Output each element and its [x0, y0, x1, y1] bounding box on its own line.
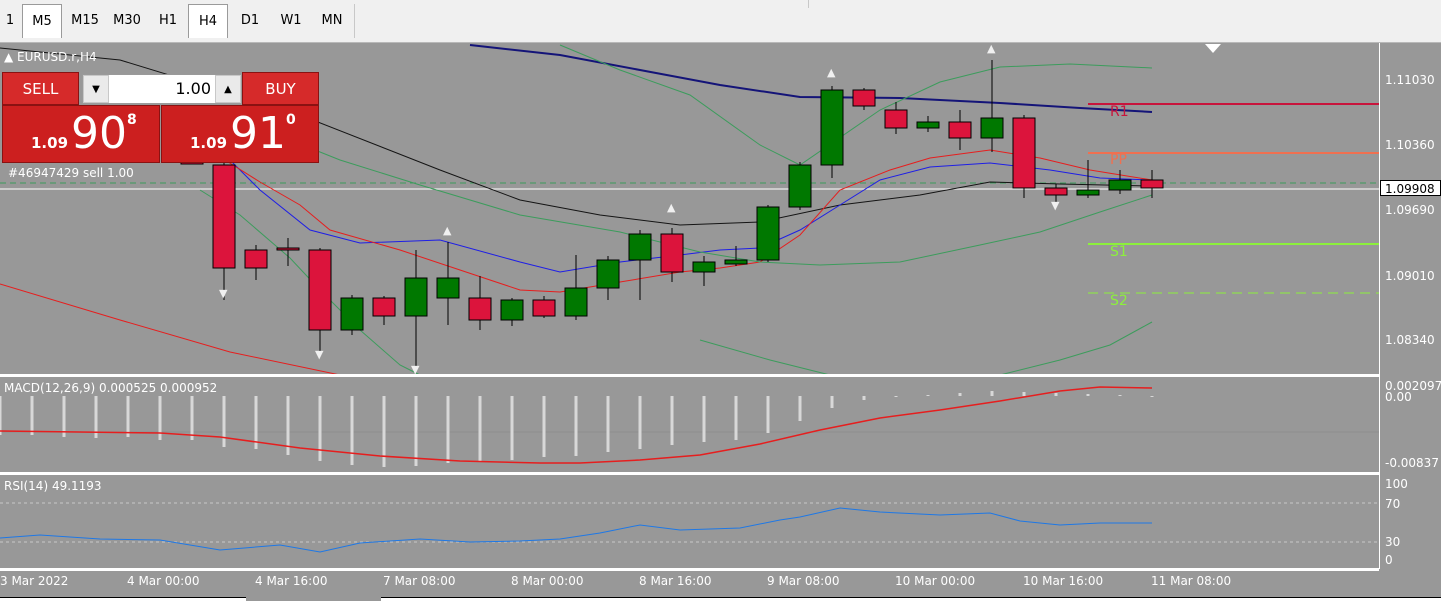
- pivot-s1-label: S1: [1110, 244, 1128, 260]
- candle-body: [1044, 187, 1068, 196]
- buy-price-prefix: 1.09: [190, 134, 228, 152]
- pane-separator[interactable]: [0, 568, 1379, 571]
- fractal-up-icon: ▲: [827, 66, 836, 79]
- pane-separator[interactable]: [0, 374, 1379, 377]
- chart-tab[interactable]: [381, 597, 1441, 602]
- macd-axis-label: 0.00: [1385, 390, 1412, 404]
- candle-body: [372, 297, 396, 317]
- lot-size-input[interactable]: 1.00: [111, 75, 211, 103]
- candle-body: [660, 233, 684, 273]
- sell-button[interactable]: SELL: [2, 72, 79, 105]
- chart-shift-icon[interactable]: [1205, 44, 1221, 53]
- pivot-pp-label: PP: [1110, 152, 1127, 168]
- lot-increase-icon[interactable]: ▲: [215, 75, 241, 103]
- buy-price-button[interactable]: 1.09 91 0: [161, 105, 319, 163]
- one-click-trading-panel: SELL ▼ 1.00 ▲ BUY 1.09 90 8 1.09 91 0: [2, 72, 319, 164]
- ma-navy-line: [469, 44, 1153, 113]
- sell-price-big: 90: [71, 108, 127, 159]
- time-axis-label: 9 Mar 08:00: [767, 574, 840, 588]
- sell-price-prefix: 1.09: [31, 134, 69, 152]
- candle-body: [468, 297, 492, 321]
- rsi-axis-label: 0: [1385, 553, 1393, 567]
- rsi-axis-label: 100: [1385, 477, 1408, 491]
- time-axis-label: 11 Mar 08:00: [1151, 574, 1232, 588]
- price-axis-label: 1.09010: [1385, 269, 1435, 283]
- candle-body: [1140, 179, 1164, 189]
- candle-body: [724, 259, 748, 265]
- candle-body: [404, 277, 428, 317]
- time-axis-label: 3 Mar 2022: [0, 574, 69, 588]
- candle-body: [820, 89, 844, 166]
- candle-body: [308, 249, 332, 331]
- candle-body: [1012, 117, 1036, 189]
- candle-body: [532, 299, 556, 317]
- candle-body: [1108, 179, 1132, 191]
- candle-body: [692, 261, 716, 273]
- fractal-up-icon: ▲: [987, 42, 996, 55]
- rsi-label: RSI(14) 49.1193: [4, 479, 102, 493]
- candle-body: [500, 299, 524, 321]
- current-price-box: 1.09908: [1380, 180, 1441, 196]
- buy-price-sup: 0: [286, 112, 296, 128]
- candle-body: [436, 277, 460, 299]
- time-axis-label: 8 Mar 16:00: [639, 574, 712, 588]
- ma-red-long-line: [0, 283, 341, 376]
- fractal-down-icon: ▼: [219, 287, 228, 300]
- sell-price-button[interactable]: 1.09 90 8: [2, 105, 160, 163]
- candle-body: [244, 249, 268, 269]
- candle-body: [852, 89, 876, 107]
- envelope-lower-right2-line: [999, 321, 1153, 376]
- price-axis-label: 1.08340: [1385, 333, 1435, 347]
- candles-group: [180, 60, 1164, 370]
- candle-body: [948, 121, 972, 139]
- envelope-lower-right-line: [699, 339, 831, 376]
- rsi-axis-label: 30: [1385, 535, 1401, 549]
- macd-label: MACD(12,26,9) 0.000525 0.000952: [4, 381, 218, 395]
- symbol-label: ▲ EURUSD.r,H4: [4, 50, 97, 64]
- candle-body: [212, 164, 236, 269]
- macd-histogram: [0, 391, 1154, 467]
- time-axis-label: 4 Mar 00:00: [127, 574, 200, 588]
- fractal-up-icon: ▲: [667, 201, 676, 214]
- fractal-up-icon: ▲: [443, 224, 452, 237]
- sell-price-sup: 8: [127, 112, 137, 128]
- macd-axis-label: -0.00837: [1385, 456, 1439, 470]
- buy-price-big: 91: [230, 108, 286, 159]
- pivot-r1-label: R1: [1110, 104, 1129, 120]
- order-label: #46947429 sell 1.00: [8, 166, 134, 180]
- candle-body: [980, 117, 1004, 139]
- price-axis-border: [1379, 43, 1380, 569]
- time-axis-label: 10 Mar 00:00: [895, 574, 976, 588]
- price-axis-label: 1.10360: [1385, 138, 1435, 152]
- candle-body: [276, 247, 300, 251]
- candle-body: [564, 287, 588, 317]
- lot-size-field[interactable]: ▼ 1.00 ▲: [82, 74, 242, 104]
- fractal-down-icon: ▼: [1051, 199, 1060, 212]
- time-axis-label: 10 Mar 16:00: [1023, 574, 1104, 588]
- lot-decrease-icon[interactable]: ▼: [83, 75, 109, 103]
- time-axis-label: 8 Mar 00:00: [511, 574, 584, 588]
- price-axis-label: 1.09690: [1385, 203, 1435, 217]
- price-axis-label: 1.11030: [1385, 73, 1435, 87]
- rsi-axis-label: 70: [1385, 497, 1401, 511]
- candle-body: [596, 259, 620, 289]
- candle-body: [340, 297, 364, 331]
- candle-body: [916, 121, 940, 129]
- buy-button[interactable]: BUY: [242, 72, 319, 105]
- candle-body: [788, 164, 812, 208]
- time-axis-label: 7 Mar 08:00: [383, 574, 456, 588]
- time-axis-label: 4 Mar 16:00: [255, 574, 328, 588]
- collapse-icon[interactable]: ▲: [4, 50, 17, 64]
- candle-body: [884, 109, 908, 129]
- candle-body: [628, 233, 652, 261]
- fractal-down-icon: ▼: [315, 348, 324, 361]
- pane-separator[interactable]: [0, 472, 1379, 475]
- chart-tab[interactable]: [0, 597, 246, 602]
- candle-body: [756, 206, 780, 261]
- candle-body: [1076, 189, 1100, 196]
- rsi-line: [0, 507, 1152, 553]
- pivot-s2-label: S2: [1110, 293, 1128, 309]
